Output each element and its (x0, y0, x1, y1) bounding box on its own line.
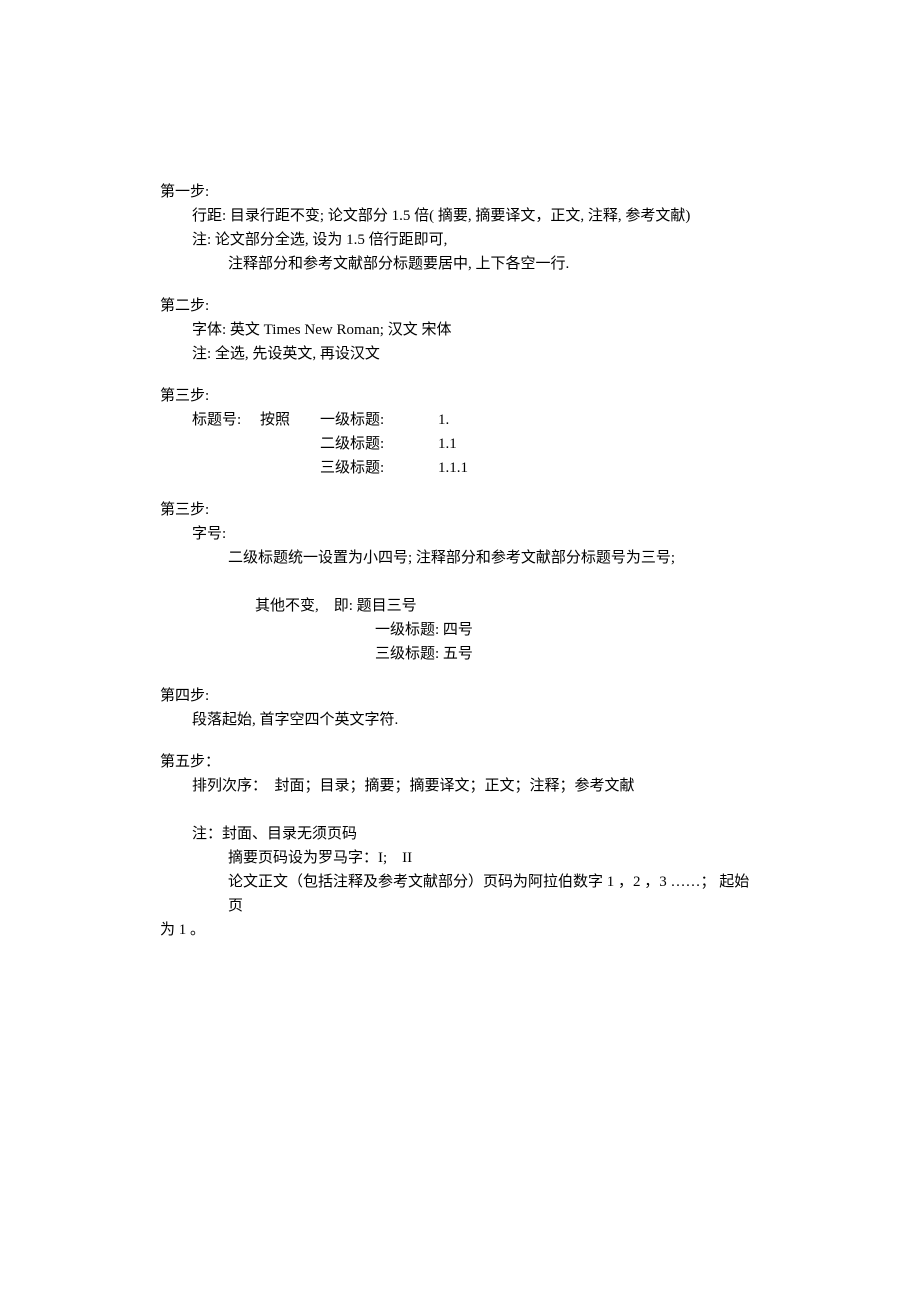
step1-line2: 注: 论文部分全选, 设为 1.5 倍行距即可, (160, 228, 760, 252)
step2-block: 第二步: 字体: 英文 Times New Roman; 汉文 宋体 注: 全选… (160, 294, 760, 366)
step2-heading: 第二步: (160, 294, 760, 318)
step5-heading: 第五步： (160, 750, 760, 774)
step5-line4: 论文正文（包括注释及参考文献部分）页码为阿拉伯数字 1 ，2 ，3 ……； 起始… (160, 870, 760, 918)
step3b-line4: 一级标题: 四号 (160, 618, 760, 642)
step3a-label1: 标题号: (160, 408, 260, 432)
step3a-label2: 按照 (260, 408, 320, 432)
step4-block: 第四步: 段落起始, 首字空四个英文字符. (160, 684, 760, 732)
step3b-line3: 其他不变, 即: 题目三号 (160, 594, 760, 618)
step3a-row2b: 1.1 (420, 432, 480, 456)
step3a-row3: 三级标题: 1.1.1 (160, 456, 760, 480)
step3b-line5: 三级标题: 五号 (160, 642, 760, 666)
step3a-row1: 标题号: 按照 一级标题: 1. (160, 408, 760, 432)
step3a-row2: 二级标题: 1.1 (160, 432, 760, 456)
step5-line1: 排列次序： 封面；目录；摘要；摘要译文；正文；注释；参考文献 (160, 774, 760, 798)
step3a-heading: 第三步: (160, 384, 760, 408)
step3a-block: 第三步: 标题号: 按照 一级标题: 1. 二级标题: 1.1 三级标题: 1.… (160, 384, 760, 480)
step5-line2: 注：封面、目录无须页码 (160, 822, 760, 846)
step3b-heading: 第三步: (160, 498, 760, 522)
step1-block: 第一步: 行距: 目录行距不变; 论文部分 1.5 倍( 摘要, 摘要译文，正文… (160, 180, 760, 276)
step5-line3: 摘要页码设为罗马字：I; II (160, 846, 760, 870)
step4-heading: 第四步: (160, 684, 760, 708)
step3a-row1b: 1. (420, 408, 480, 432)
step3a-row1a: 一级标题: (320, 408, 420, 432)
step4-line1: 段落起始, 首字空四个英文字符. (160, 708, 760, 732)
step3b-line2: 二级标题统一设置为小四号; 注释部分和参考文献部分标题号为三号; (160, 546, 760, 570)
step5-line5: 为 1 。 (160, 918, 760, 942)
step1-heading: 第一步: (160, 180, 760, 204)
step2-line2: 注: 全选, 先设英文, 再设汉文 (160, 342, 760, 366)
step3a-row3a: 三级标题: (320, 456, 420, 480)
step3b-block: 第三步: 字号: 二级标题统一设置为小四号; 注释部分和参考文献部分标题号为三号… (160, 498, 760, 666)
step3a-row3b: 1.1.1 (420, 456, 480, 480)
step1-line1: 行距: 目录行距不变; 论文部分 1.5 倍( 摘要, 摘要译文，正文, 注释,… (160, 204, 760, 228)
step3b-line1: 字号: (160, 522, 760, 546)
step2-line1: 字体: 英文 Times New Roman; 汉文 宋体 (160, 318, 760, 342)
step1-line3: 注释部分和参考文献部分标题要居中, 上下各空一行. (160, 252, 760, 276)
step5-block: 第五步： 排列次序： 封面；目录；摘要；摘要译文；正文；注释；参考文献 注：封面… (160, 750, 760, 942)
step3a-row2a: 二级标题: (320, 432, 420, 456)
